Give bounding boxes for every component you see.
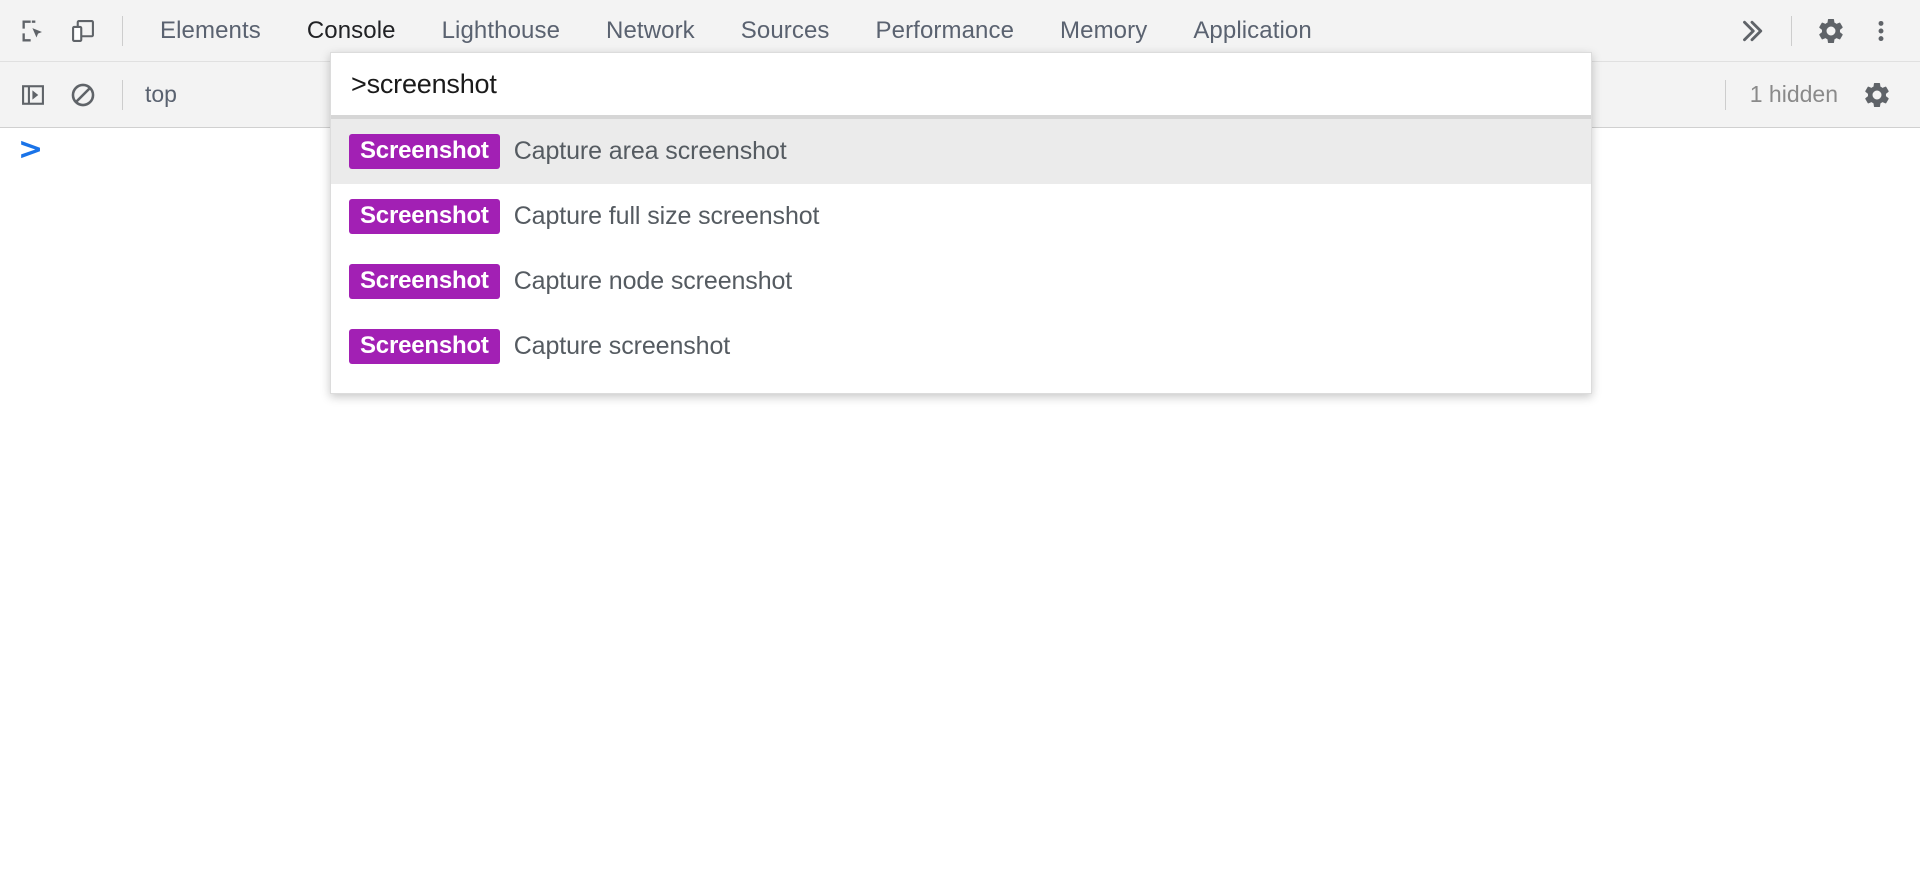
execution-context-selector[interactable]: top — [137, 81, 185, 108]
palette-item-label: Capture node screenshot — [513, 267, 793, 295]
console-toolbar-right: 1 hidden — [1711, 62, 1912, 127]
palette-item-capture-node-screenshot[interactable]: Screenshot Capture node screenshot — [331, 249, 1591, 314]
command-palette-results: Screenshot Capture area screenshot Scree… — [331, 119, 1591, 379]
tab-label: Lighthouse — [441, 16, 561, 44]
gear-icon[interactable] — [1852, 70, 1902, 120]
console-sidebar-icon[interactable] — [8, 70, 58, 120]
palette-item-capture-area-screenshot[interactable]: Screenshot Capture area screenshot — [331, 119, 1591, 184]
tabbar-right-controls — [1727, 0, 1912, 61]
command-category-badge: Screenshot — [349, 133, 500, 170]
chevron-double-right-icon[interactable] — [1727, 6, 1777, 56]
tab-label: Memory — [1060, 16, 1148, 44]
prompt-chevron-icon: > — [18, 132, 44, 167]
tab-label: Network — [606, 16, 695, 44]
tab-label: Sources — [740, 16, 830, 44]
command-palette-input-wrap — [331, 53, 1591, 115]
palette-item-capture-full-size-screenshot[interactable]: Screenshot Capture full size screenshot — [331, 184, 1591, 249]
tab-elements[interactable]: Elements — [137, 0, 284, 61]
tab-label: Performance — [875, 16, 1015, 44]
hidden-messages-count[interactable]: 1 hidden — [1740, 81, 1852, 108]
palette-item-label: Capture full size screenshot — [513, 202, 820, 230]
device-toolbar-icon[interactable] — [58, 6, 108, 56]
command-palette-input[interactable] — [351, 68, 1571, 100]
command-category-badge: Screenshot — [349, 328, 500, 365]
clear-console-icon[interactable] — [58, 70, 108, 120]
command-category-badge: Screenshot — [349, 198, 500, 235]
palette-item-label: Capture screenshot — [513, 332, 731, 360]
toolbar-divider — [122, 79, 123, 110]
palette-item-label: Capture area screenshot — [513, 137, 787, 165]
gear-icon[interactable] — [1806, 6, 1856, 56]
tab-label: Console — [306, 16, 396, 44]
command-palette: Screenshot Capture area screenshot Scree… — [330, 52, 1592, 394]
toolbar-divider — [1791, 15, 1792, 46]
toolbar-divider — [1724, 79, 1726, 110]
tab-label: Elements — [160, 16, 261, 44]
more-vertical-icon[interactable] — [1856, 6, 1906, 56]
tab-label: Application — [1193, 16, 1312, 44]
palette-item-capture-screenshot[interactable]: Screenshot Capture screenshot — [331, 314, 1591, 379]
inspect-element-icon[interactable] — [8, 6, 58, 56]
command-category-badge: Screenshot — [349, 263, 500, 300]
toolbar-divider — [122, 15, 123, 46]
devtools-window: Elements Console Lighthouse Network Sour… — [0, 0, 1920, 886]
palette-footer — [331, 379, 1591, 393]
